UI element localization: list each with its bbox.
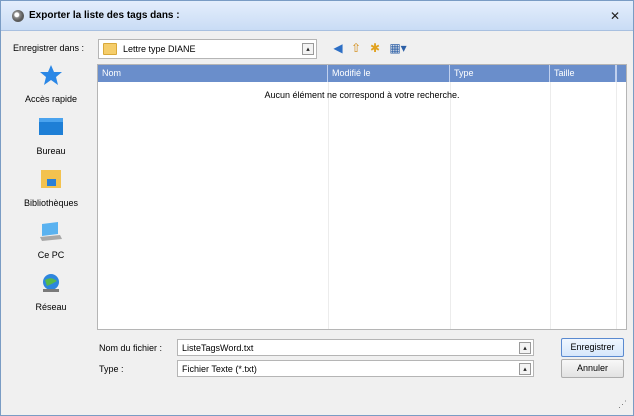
place-label: Réseau	[35, 302, 67, 312]
new-folder-icon[interactable]: ✱	[368, 41, 382, 55]
folder-dropdown[interactable]: Lettre type DIANE ▴	[98, 39, 317, 59]
place-desktop[interactable]: Bureau	[9, 116, 93, 166]
column-name[interactable]: Nom	[98, 65, 328, 82]
column-header-row: Nom Modifié le Type Taille	[98, 65, 626, 82]
column-modified[interactable]: Modifié le	[328, 65, 450, 82]
column-divider	[550, 82, 551, 329]
place-quick-access[interactable]: Accès rapide	[9, 64, 93, 114]
resize-grip-icon[interactable]: ⋰	[618, 399, 627, 410]
current-folder: Lettre type DIANE	[123, 44, 196, 54]
empty-message: Aucun élément ne correspond à votre rech…	[264, 90, 460, 100]
filename-field[interactable]: ListeTagsWord.txt ▴	[177, 339, 534, 356]
place-libraries[interactable]: Bibliothèques	[9, 168, 93, 218]
desktop-icon	[39, 118, 63, 135]
file-list[interactable]: Nom Modifié le Type Taille Aucun élément…	[97, 64, 627, 330]
column-type[interactable]: Type	[450, 65, 550, 82]
up-folder-icon[interactable]: ⇧	[349, 41, 363, 55]
network-icon	[43, 274, 59, 292]
cancel-button[interactable]: Annuler	[561, 359, 624, 378]
place-label: Ce PC	[37, 250, 65, 260]
computer-icon	[40, 222, 62, 241]
place-network[interactable]: Réseau	[9, 272, 93, 322]
file-type-select[interactable]: Fichier Texte (*.txt) ▴	[177, 360, 534, 377]
star-icon	[40, 65, 62, 85]
folder-icon	[103, 43, 117, 55]
column-size[interactable]: Taille	[550, 65, 616, 82]
column-divider	[328, 82, 329, 329]
place-this-pc[interactable]: Ce PC	[9, 220, 93, 270]
app-gear-icon	[12, 10, 24, 22]
place-label: Bibliothèques	[23, 198, 79, 208]
filename-value: ListeTagsWord.txt	[182, 343, 254, 353]
file-type-value: Fichier Texte (*.txt)	[182, 364, 257, 374]
dialog-title: Exporter la liste des tags dans :	[29, 10, 180, 21]
place-label: Bureau	[36, 146, 66, 156]
chevron-down-icon[interactable]: ▴	[519, 363, 531, 375]
back-icon[interactable]: ◀	[331, 41, 345, 55]
filename-label: Nom du fichier :	[99, 343, 163, 353]
column-divider	[450, 82, 451, 329]
title-bar: Exporter la liste des tags dans : ✕	[1, 1, 633, 31]
chevron-down-icon[interactable]: ▴	[302, 43, 314, 55]
close-button[interactable]: ✕	[605, 8, 625, 24]
view-menu-icon[interactable]: ▦▾	[387, 41, 409, 55]
header-spacer	[616, 65, 626, 82]
save-in-label: Enregistrer dans :	[13, 43, 85, 53]
libraries-icon	[41, 170, 61, 188]
places-bar: Accès rapide Bureau Bibliothèques Ce PC	[9, 64, 93, 404]
type-label: Type :	[99, 364, 124, 374]
place-label: Accès rapide	[24, 94, 78, 104]
chevron-down-icon[interactable]: ▴	[519, 342, 531, 354]
save-button[interactable]: Enregistrer	[561, 338, 624, 357]
save-dialog: Exporter la liste des tags dans : ✕ Enre…	[0, 0, 634, 416]
column-divider	[616, 82, 617, 329]
